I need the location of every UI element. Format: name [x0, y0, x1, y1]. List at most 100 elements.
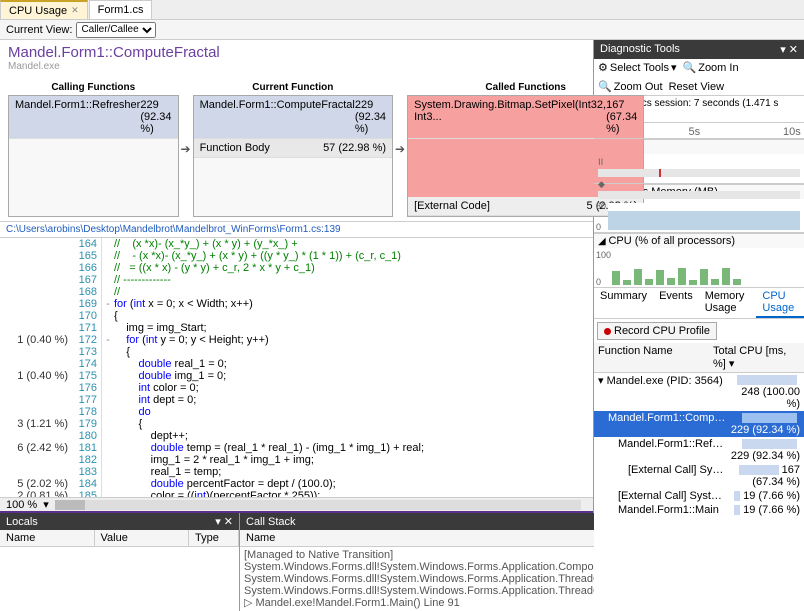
metric — [0, 238, 68, 250]
metric: 6 (2.42 %) — [0, 442, 68, 454]
fn-table-row[interactable]: [External Call] System.Drawi...167 (67.3… — [594, 463, 804, 489]
record-icon — [604, 328, 611, 335]
line-number: 178 — [72, 406, 97, 418]
code-line[interactable]: real_1 = temp; — [114, 466, 593, 478]
fold-mark[interactable]: - — [102, 334, 114, 346]
code-line[interactable]: // ------------- — [114, 274, 593, 286]
row-name: Mandel.Form1::Refresher — [15, 99, 140, 135]
fold-mark[interactable] — [102, 406, 114, 418]
line-number: 175 — [72, 370, 97, 382]
code-line[interactable]: double real_1 = 0; — [114, 358, 593, 370]
fold-mark[interactable] — [102, 238, 114, 250]
col-total-cpu[interactable]: Total CPU [ms, %] ▾ — [709, 343, 804, 372]
code-line[interactable]: { — [114, 310, 593, 322]
col-type[interactable]: Type — [189, 530, 239, 546]
tab-label: Form1.cs — [98, 4, 144, 16]
fn-table-row[interactable]: [External Call] System.Windo...19 (7.66 … — [594, 489, 804, 503]
fold-mark[interactable]: - — [102, 298, 114, 310]
code-line[interactable]: for (int y = 0; y < Height; y++) — [114, 334, 593, 346]
zoom-level[interactable]: 100 % — [6, 499, 37, 511]
line-number: 185 — [72, 490, 97, 497]
chevron-down-icon[interactable]: ▾ ✕ — [780, 43, 798, 56]
tab-memory[interactable]: Memory Usage — [699, 288, 757, 318]
fold-mark[interactable] — [102, 322, 114, 334]
cpu-header[interactable]: ◢ CPU (% of all processors) — [594, 233, 804, 248]
code-line[interactable]: // - (x *x)- (x_*y_) + (x * y) + ((y * y… — [114, 250, 593, 262]
fold-mark[interactable] — [102, 442, 114, 454]
fold-mark[interactable] — [102, 250, 114, 262]
view-select[interactable]: Caller/Callee — [76, 22, 156, 38]
code-line[interactable]: double temp = (real_1 * real_1) - (img_1… — [114, 442, 593, 454]
fold-mark[interactable] — [102, 478, 114, 490]
fold-mark[interactable] — [102, 382, 114, 394]
code-line[interactable]: { — [114, 418, 593, 430]
current-row[interactable]: Mandel.Form1::ComputeFractal 229 (92.34 … — [194, 96, 392, 139]
chevron-down-icon[interactable]: ▾ — [43, 498, 49, 511]
code-line[interactable]: double percentFactor = dept / (100.0); — [114, 478, 593, 490]
fold-mark[interactable] — [102, 418, 114, 430]
code-editor[interactable]: 1 (0.40 %)1 (0.40 %)3 (1.21 %)6 (2.42 %)… — [0, 238, 593, 497]
metric — [0, 454, 68, 466]
fold-mark[interactable] — [102, 466, 114, 478]
code-line[interactable]: // (x *x)- (x_*y_) + (x * y) + (y_*x_) + — [114, 238, 593, 250]
fold-mark[interactable] — [102, 394, 114, 406]
time-ruler[interactable]: 5s 10s — [594, 123, 804, 139]
fold-mark[interactable] — [102, 454, 114, 466]
tab-events[interactable]: Events — [653, 288, 699, 318]
diagnostic-tools: Diagnostic Tools ▾ ✕ ⚙ Select Tools ▾ 🔍 … — [594, 40, 804, 611]
current-body-row[interactable]: Function Body 57 (22.98 %) — [194, 139, 392, 158]
cpu-chart[interactable]: 100 0 — [594, 248, 804, 288]
code-line[interactable]: color = ((int)(percentFactor * 255)); — [114, 490, 593, 497]
code-line[interactable]: do — [114, 406, 593, 418]
reset-view-button[interactable]: Reset View — [669, 81, 724, 93]
code-line[interactable]: double img_1 = 0; — [114, 370, 593, 382]
tab-cpu[interactable]: CPU Usage — [756, 288, 804, 318]
code-line[interactable]: for (int x = 0; x < Width; x++) — [114, 298, 593, 310]
memory-chart[interactable]: 30 0 — [594, 199, 804, 233]
fold-mark[interactable] — [102, 274, 114, 286]
fn-table-row[interactable]: ▾ Mandel.exe (PID: 3564)248 (100.00 %) — [594, 373, 804, 411]
tab-cpu-usage[interactable]: CPU Usage ✕ — [0, 0, 88, 19]
code-line[interactable]: { — [114, 346, 593, 358]
fold-mark[interactable] — [102, 286, 114, 298]
code-line[interactable]: dept++; — [114, 430, 593, 442]
zoom-out-button[interactable]: 🔍 Zoom Out — [598, 80, 663, 93]
fold-mark[interactable] — [102, 262, 114, 274]
code-line[interactable]: img_1 = 2 * real_1 * img_1 + img; — [114, 454, 593, 466]
tab-form1[interactable]: Form1.cs — [89, 0, 153, 19]
close-icon[interactable]: ✕ — [71, 5, 79, 16]
fold-mark[interactable] — [102, 430, 114, 442]
fold-mark[interactable] — [102, 358, 114, 370]
file-path[interactable]: C:\Users\arobins\Desktop\Mandelbrot\Mand… — [0, 221, 593, 238]
fold-mark[interactable] — [102, 370, 114, 382]
col-value[interactable]: Value — [95, 530, 190, 546]
code-line[interactable]: img = img_Start; — [114, 322, 593, 334]
line-number: 172 — [72, 334, 97, 346]
code-line[interactable]: // = ((x * x) - (y * y) + c_r, 2 * x * y… — [114, 262, 593, 274]
fold-mark[interactable] — [102, 310, 114, 322]
code-line[interactable]: int color = 0; — [114, 382, 593, 394]
code-line[interactable]: // — [114, 286, 593, 298]
chevron-down-icon[interactable]: ▾ ✕ — [215, 515, 233, 528]
fn-table-row[interactable]: Mandel.Form1::Main19 (7.66 %) — [594, 503, 804, 517]
code-line[interactable]: int dept = 0; — [114, 394, 593, 406]
metric — [0, 250, 68, 262]
events-chart[interactable]: ⅠⅠ ◆ — [594, 154, 804, 184]
fn-table-row[interactable]: Mandel.Form1::ComputeFra...229 (92.34 %) — [594, 411, 804, 437]
hscrollbar[interactable] — [55, 500, 581, 510]
record-cpu-button[interactable]: Record CPU Profile — [597, 322, 717, 340]
line-number: 176 — [72, 382, 97, 394]
tab-summary[interactable]: Summary — [594, 288, 653, 318]
calling-row[interactable]: Mandel.Form1::Refresher 229 (92.34 %) — [9, 96, 178, 139]
metric — [0, 394, 68, 406]
select-tools-button[interactable]: ⚙ Select Tools ▾ — [598, 61, 677, 74]
fold-mark[interactable] — [102, 490, 114, 497]
col-fn-name[interactable]: Function Name — [594, 343, 709, 372]
fn-table-row[interactable]: Mandel.Form1::Refresher229 (92.34 %) — [594, 437, 804, 463]
fold-mark[interactable] — [102, 346, 114, 358]
line-number: 181 — [72, 442, 97, 454]
metric — [0, 262, 68, 274]
view-label: Current View: — [6, 24, 72, 36]
col-name[interactable]: Name — [0, 530, 95, 546]
zoom-in-button[interactable]: 🔍 Zoom In — [683, 61, 739, 74]
